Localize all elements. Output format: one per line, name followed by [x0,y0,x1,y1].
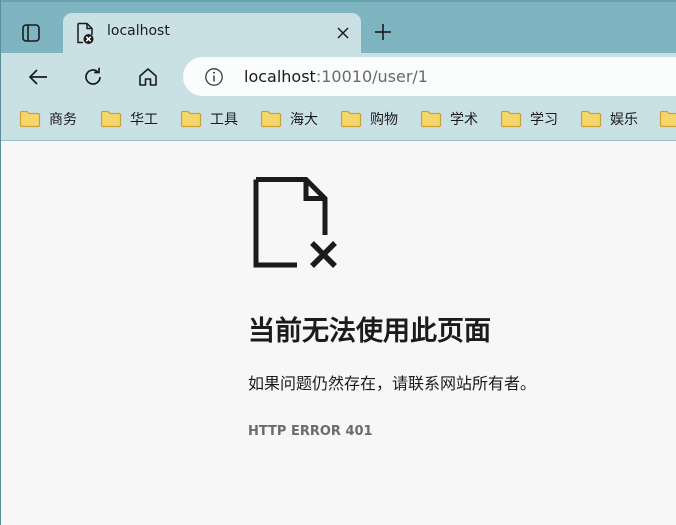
folder-icon [260,110,282,128]
back-button[interactable] [22,61,54,93]
active-tab[interactable]: localhost [63,13,361,53]
address-bar[interactable]: localhost:10010/user/1 [183,57,676,96]
bookmark-folder-1[interactable]: 商务 [19,108,77,130]
bookmark-label: 购物 [370,112,398,128]
tab-strip-top-border [1,0,676,2]
url-path: :10010/user/1 [315,67,428,86]
refresh-button[interactable] [77,61,109,93]
bookmark-folder-overflow[interactable] [659,108,676,130]
browser-window: localhost localhost:10010/user/1 商务 华工 工… [0,0,676,525]
back-arrow-icon [28,69,47,85]
bookmark-folder-3[interactable]: 工具 [180,108,238,130]
folder-icon [659,110,676,128]
folder-icon [340,110,362,128]
folder-icon [180,110,202,128]
bookmark-folder-2[interactable]: 华工 [100,108,158,130]
error-description: 如果问题仍然存在，请联系网站所有者。 [248,374,537,393]
close-icon [337,27,349,39]
bookmark-folder-6[interactable]: 学术 [420,108,478,130]
bookmark-label: 学术 [450,112,478,128]
error-heading: 当前无法使用此页面 [248,316,491,347]
bookmarks-bar: 商务 华工 工具 海大 购物 学术 学习 娱乐 [1,100,676,141]
url-text[interactable]: localhost:10010/user/1 [244,67,428,86]
bookmark-label: 海大 [290,112,318,128]
home-icon [139,68,157,86]
bookmark-folder-7[interactable]: 学习 [500,108,558,130]
bookmark-label: 娱乐 [610,112,638,128]
bookmark-folder-5[interactable]: 购物 [340,108,398,130]
bookmark-label: 商务 [49,112,77,128]
page-content: 当前无法使用此页面 如果问题仍然存在，请联系网站所有者。 HTTP ERROR … [1,141,676,525]
folder-icon [19,110,41,128]
tab-actions-icon [22,24,40,42]
tab-actions-button[interactable] [11,14,51,52]
navigation-toolbar: localhost:10010/user/1 [1,53,676,100]
new-tab-button[interactable] [369,18,397,46]
error-page-favicon [77,22,94,44]
broken-document-icon [253,177,337,268]
tab-strip: localhost [1,0,676,53]
folder-icon [420,110,442,128]
folder-icon [500,110,522,128]
url-host: localhost [244,67,316,86]
bookmark-folder-8[interactable]: 娱乐 [580,108,638,130]
bookmark-label: 华工 [130,112,158,128]
info-icon[interactable] [204,67,224,87]
folder-icon [580,110,602,128]
home-button[interactable] [132,61,164,93]
refresh-icon [85,67,101,85]
tab-title: localhost [107,23,170,39]
bookmark-folder-4[interactable]: 海大 [260,108,318,130]
bookmark-label: 工具 [210,112,238,128]
bookmark-label: 学习 [530,112,558,128]
error-code: HTTP ERROR 401 [248,424,373,439]
close-tab-button[interactable] [333,23,353,43]
folder-icon [100,110,122,128]
plus-icon [375,24,391,40]
